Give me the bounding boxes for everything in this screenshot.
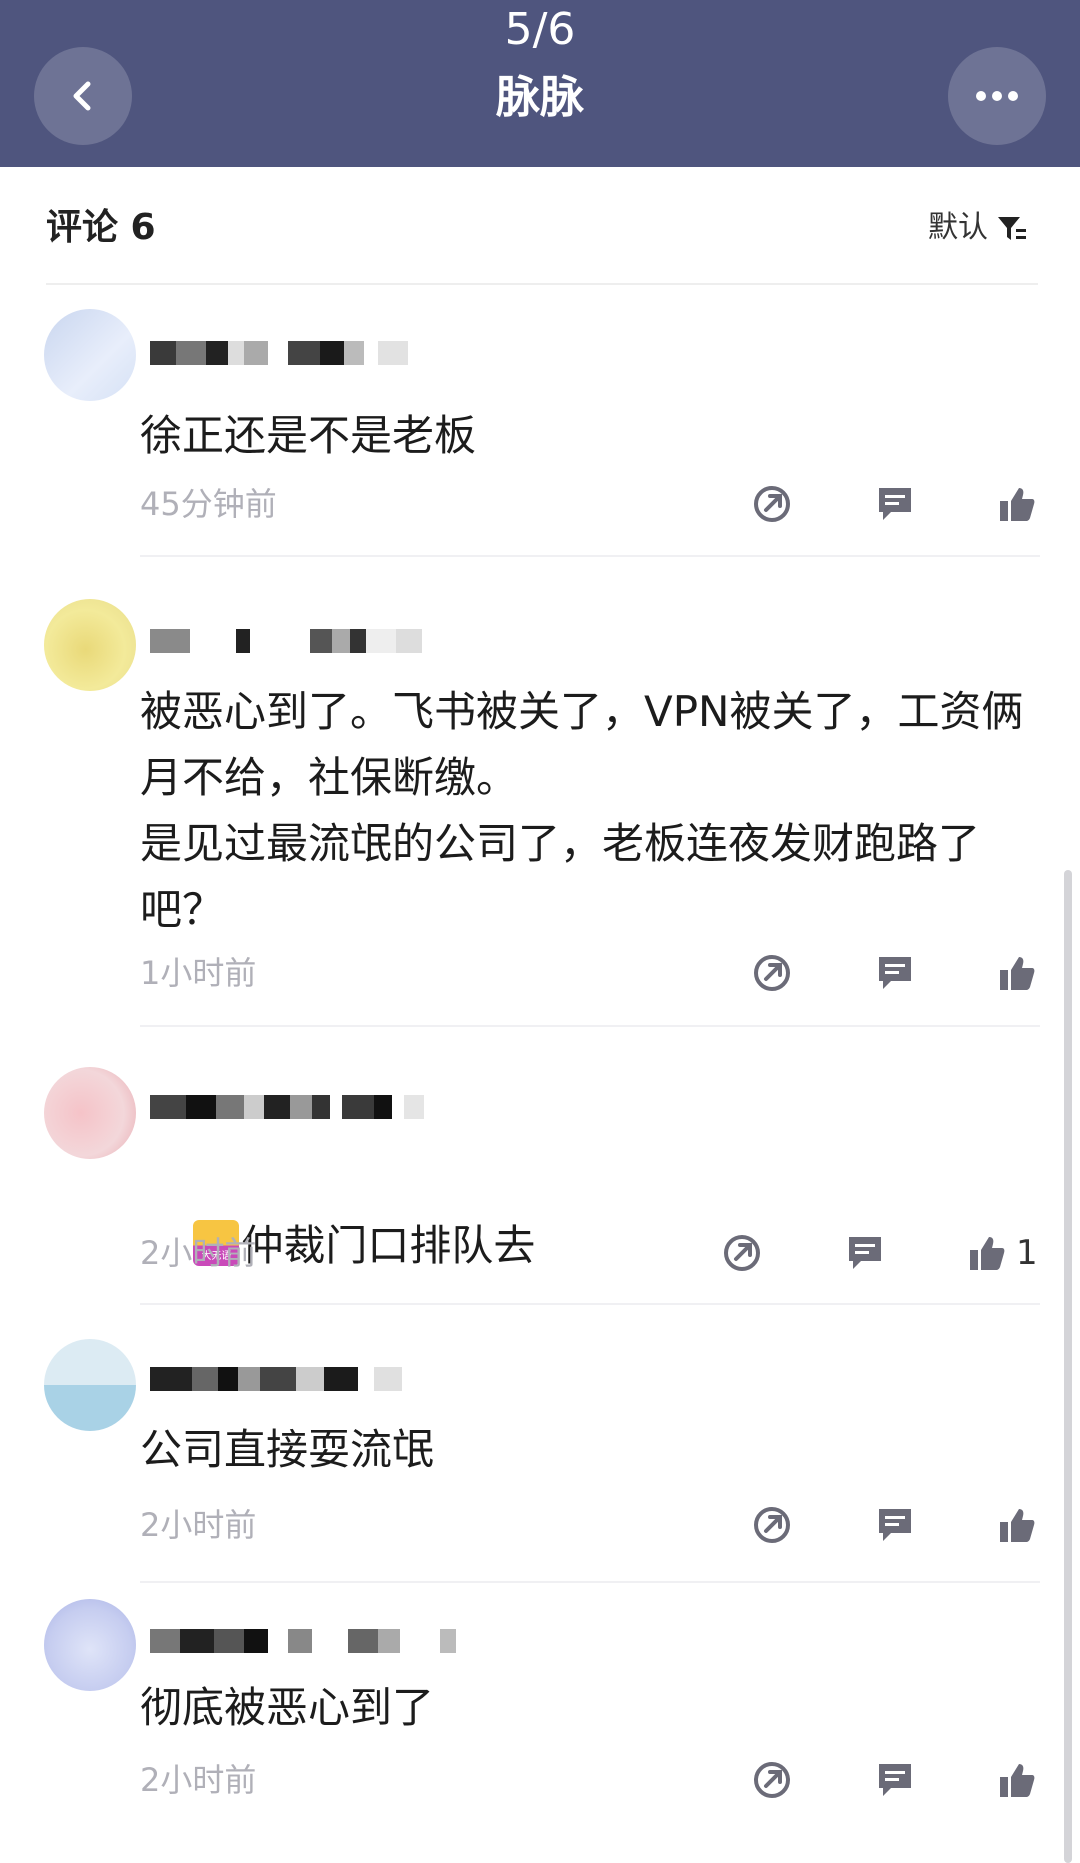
thumbs-up-icon [970, 1237, 1005, 1270]
comments-count-title: 评论 6 [46, 207, 156, 248]
share-icon [754, 1507, 790, 1543]
comments-header: 评论 6 默认 [0, 167, 1080, 285]
comment-text: 彻底被恶心到了 [140, 1683, 435, 1732]
share-icon [754, 955, 790, 991]
comment-time: 2小时前 [140, 1761, 257, 1799]
reply-button[interactable] [873, 951, 917, 995]
share-button[interactable] [750, 1758, 794, 1802]
thumbs-up-icon [1000, 957, 1035, 990]
reply-button[interactable] [873, 1503, 917, 1547]
comment-text-content: 仲裁门口排队去 [241, 1221, 536, 1270]
comment-text: 公司直接耍流氓 [140, 1425, 435, 1474]
avatar[interactable] [44, 1339, 136, 1431]
share-button[interactable] [720, 1231, 764, 1275]
like-button[interactable] [995, 482, 1039, 526]
like-button[interactable] [995, 951, 1039, 995]
filter-sort-icon [998, 217, 1026, 240]
comment-item: 大无语 仲裁门口排队去 2小时前 1 [0, 1027, 1080, 1305]
username-blurred[interactable] [150, 329, 408, 377]
page-counter: 5/6 [504, 4, 576, 55]
username-blurred[interactable] [150, 1617, 456, 1665]
back-button[interactable] [34, 47, 132, 145]
scrollbar[interactable] [1064, 870, 1072, 1863]
comment-icon [879, 957, 911, 989]
comment-icon [879, 1764, 911, 1796]
sort-button[interactable]: 默认 [928, 203, 1048, 253]
reply-button[interactable] [843, 1231, 887, 1275]
comment-time: 45分钟前 [140, 485, 277, 523]
comment-item: 徐正还是不是老板 45分钟前 [0, 285, 1080, 557]
avatar[interactable] [44, 599, 136, 691]
avatar[interactable] [44, 309, 136, 401]
share-icon [754, 486, 790, 522]
sort-label: 默认 [928, 210, 988, 245]
thumbs-up-icon [1000, 1509, 1035, 1542]
comment-icon [879, 1509, 911, 1541]
comment-icon [879, 488, 911, 520]
comment-item: 彻底被恶心到了 2小时前 [0, 1583, 1080, 1863]
share-icon [754, 1762, 790, 1798]
comment-icon [849, 1237, 881, 1269]
avatar[interactable] [44, 1067, 136, 1159]
thumbs-up-icon [1000, 488, 1035, 521]
comment-item: 被恶心到了。飞书被关了，VPN被关了，工资俩月不给，社保断缴。 是见过最流氓的公… [0, 557, 1080, 1027]
like-count: 1 [1016, 1233, 1038, 1273]
share-button[interactable] [750, 951, 794, 995]
username-blurred[interactable] [150, 1083, 424, 1131]
comment-time: 1小时前 [140, 954, 257, 992]
avatar[interactable] [44, 1599, 136, 1691]
app-header: 5/6 脉脉 [0, 0, 1080, 167]
comment-text: 徐正还是不是老板 [140, 411, 477, 460]
comment-time: 2小时前 [140, 1234, 257, 1272]
reply-button[interactable] [873, 482, 917, 526]
share-icon [724, 1235, 760, 1271]
more-horizontal-icon [976, 91, 1018, 101]
reply-button[interactable] [873, 1758, 917, 1802]
like-button[interactable] [965, 1231, 1009, 1275]
like-button[interactable] [995, 1758, 1039, 1802]
more-button[interactable] [948, 47, 1046, 145]
username-blurred[interactable] [150, 617, 422, 665]
comment-item: 公司直接耍流氓 2小时前 [0, 1305, 1080, 1583]
thumbs-up-icon [1000, 1764, 1035, 1797]
chevron-left-icon [73, 81, 91, 111]
like-button[interactable] [995, 1503, 1039, 1547]
username-blurred[interactable] [150, 1355, 402, 1403]
comment-text: 被恶心到了。飞书被关了，VPN被关了，工资俩月不给，社保断缴。 是见过最流氓的公… [140, 687, 1024, 934]
share-button[interactable] [750, 1503, 794, 1547]
share-button[interactable] [750, 482, 794, 526]
page-title: 脉脉 [496, 72, 584, 123]
comment-time: 2小时前 [140, 1506, 257, 1544]
